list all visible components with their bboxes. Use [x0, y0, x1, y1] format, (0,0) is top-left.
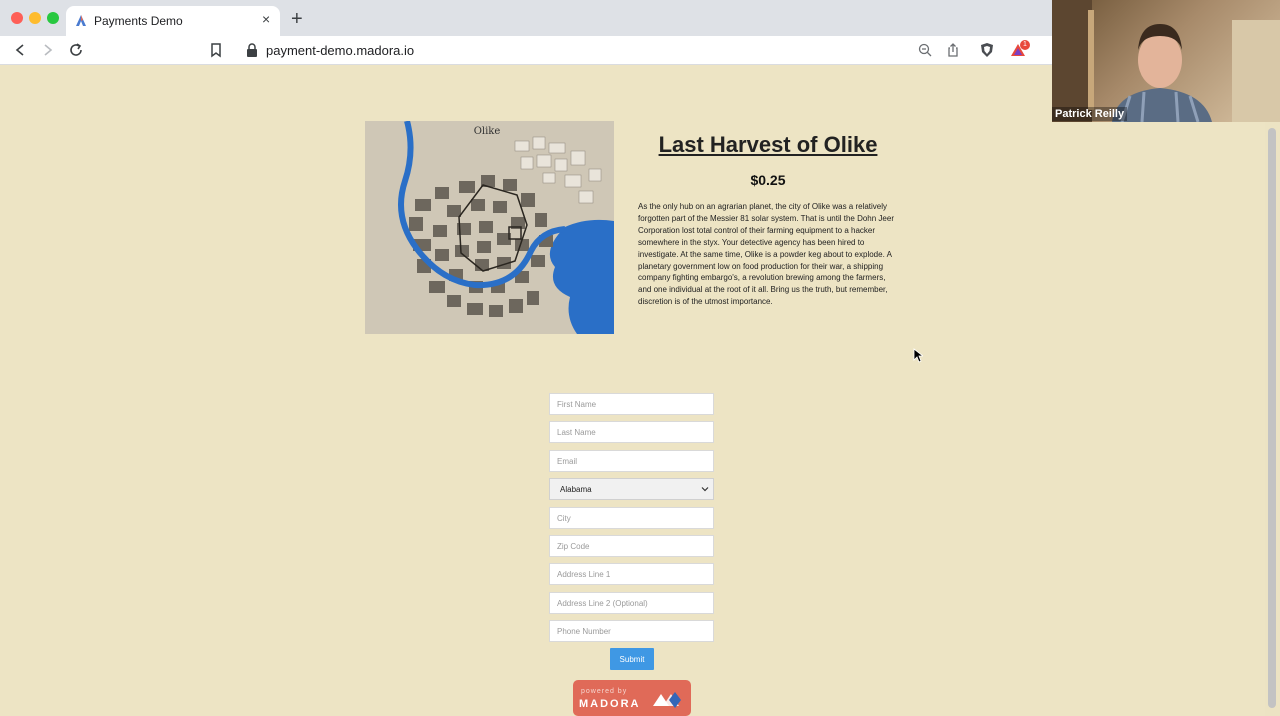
mouse-cursor-icon [913, 348, 923, 363]
page-scrollbar-thumb[interactable] [1268, 128, 1276, 708]
tab-title: Payments Demo [94, 14, 183, 28]
window-zoom-button[interactable] [47, 12, 59, 24]
madora-logo-icon [653, 692, 681, 708]
reload-icon[interactable] [68, 42, 84, 58]
phone-number-input[interactable] [549, 620, 714, 642]
zip-code-input[interactable] [549, 535, 714, 557]
product-description: As the only hub on an agrarian planet, t… [638, 202, 894, 307]
forward-arrow-icon[interactable] [40, 42, 56, 58]
powered-by-text: powered by [581, 688, 628, 695]
back-arrow-icon[interactable] [12, 42, 28, 58]
participant-name: Patrick Reilly [1052, 107, 1128, 121]
tab-payments-demo[interactable]: Payments Demo × [66, 6, 280, 36]
address-line-1-input[interactable] [549, 563, 714, 585]
powered-by-madora-badge[interactable]: powered by MADORA [573, 680, 691, 716]
last-name-input[interactable] [549, 421, 714, 443]
state-selected-value: Alabama [560, 485, 592, 494]
bookmark-icon[interactable] [208, 42, 224, 58]
browser-tab-bar: Payments Demo × + [0, 0, 1052, 36]
tab-close-icon[interactable]: × [262, 12, 270, 26]
product-title: Last Harvest of Olike [658, 132, 878, 157]
submit-button[interactable]: Submit [610, 648, 654, 670]
state-select[interactable]: Alabama [549, 478, 714, 500]
presenter-video [1052, 0, 1280, 122]
first-name-input[interactable] [549, 393, 714, 415]
brave-shield-icon[interactable] [979, 42, 995, 58]
madora-brand-text: MADORA [579, 698, 641, 710]
address-line-2-input[interactable] [549, 592, 714, 614]
product-price: $0.25 [750, 172, 786, 188]
window-minimize-button[interactable] [29, 12, 41, 24]
product-map-image: Olike [365, 121, 614, 334]
extension-badge-count: 1 [1020, 40, 1030, 50]
url-text: payment-demo.madora.io [266, 43, 415, 58]
lock-icon [247, 43, 257, 57]
zoom-out-icon[interactable] [917, 42, 933, 58]
city-input[interactable] [549, 507, 714, 529]
new-tab-button[interactable]: + [291, 9, 303, 29]
webcam-overlay: Patrick Reilly [1052, 0, 1280, 122]
window-close-button[interactable] [11, 12, 23, 24]
browser-toolbar: payment-demo.madora.io 1 [0, 36, 1052, 65]
map-label: Olike [474, 126, 501, 137]
chevron-down-icon [701, 487, 709, 492]
share-icon[interactable] [945, 42, 961, 58]
email-input[interactable] [549, 450, 714, 472]
madora-favicon-icon [76, 15, 86, 26]
